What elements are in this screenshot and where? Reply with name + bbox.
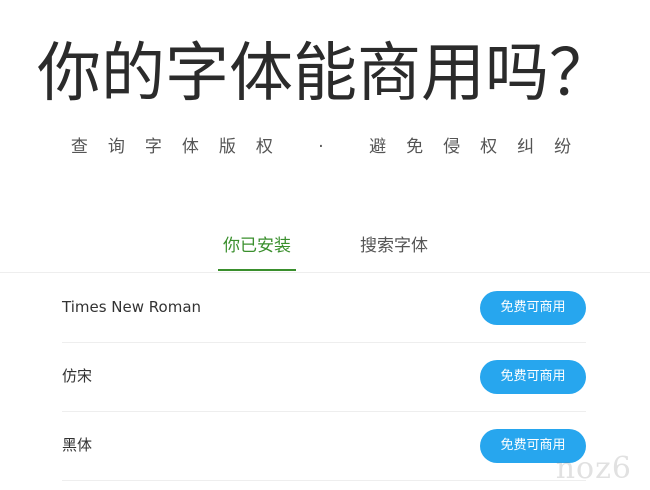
list-item: 仿宋 免费可商用 [62, 343, 586, 412]
watermark: noz6 [555, 451, 632, 486]
font-list: Times New Roman 免费可商用 仿宋 免费可商用 黑体 免费可商用 [62, 274, 586, 481]
font-name: 黑体 [62, 436, 93, 454]
list-item: 黑体 免费可商用 [62, 412, 586, 481]
commercial-status-button[interactable]: 免费可商用 [480, 360, 586, 394]
tab-search-fonts[interactable]: 搜索字体 [354, 230, 434, 271]
tab-bar: 你已安装 搜索字体 [0, 230, 650, 273]
font-name: 仿宋 [62, 367, 93, 385]
commercial-status-button[interactable]: 免费可商用 [480, 291, 586, 325]
page-title: 你的字体能商用吗？ [37, 37, 613, 111]
list-item: Times New Roman 免费可商用 [62, 274, 586, 343]
font-name: Times New Roman [62, 298, 202, 316]
page-subtitle: 查询字体版权 · 避免侵权纠纷 [70, 137, 592, 157]
tab-installed[interactable]: 你已安装 [218, 230, 296, 271]
